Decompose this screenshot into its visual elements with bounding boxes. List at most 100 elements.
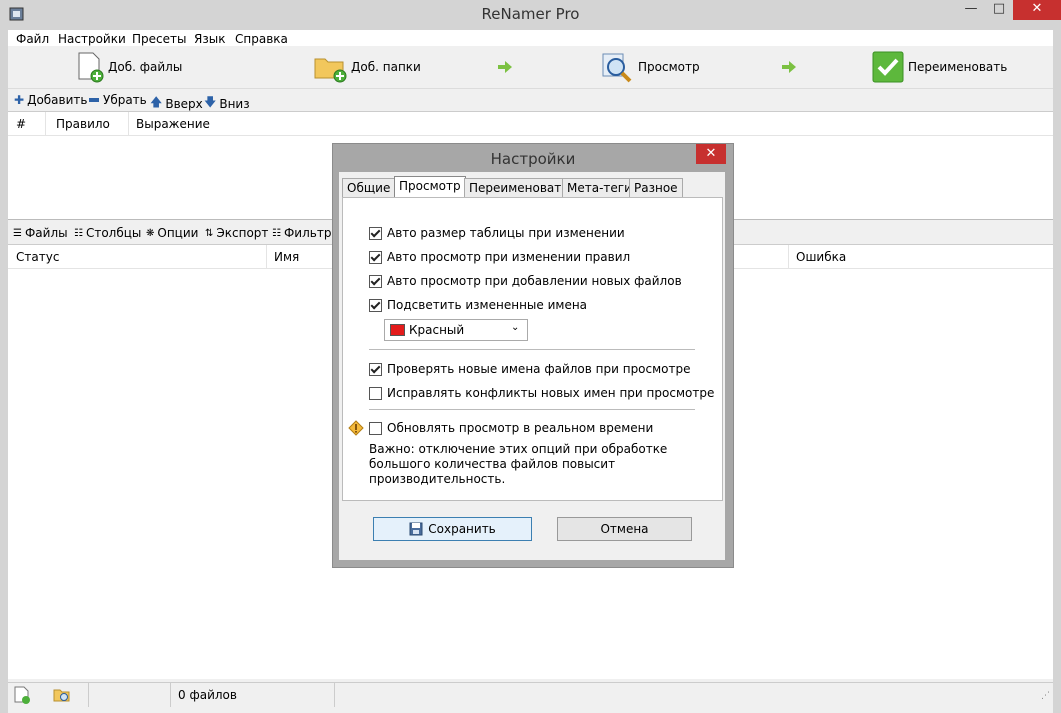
tab-general[interactable]: Общие [342, 178, 396, 197]
status-bar: 0 файлов ⋰ [8, 682, 1053, 707]
columns-menu-label: Столбцы [85, 226, 142, 240]
dialog-body: Общие Просмотр Переименовать Мета-теги Р… [339, 172, 725, 560]
maximize-button[interactable]: □ [985, 0, 1013, 20]
add-file-icon[interactable] [13, 686, 31, 704]
list-icon: ☰ [13, 227, 22, 239]
window-frame-right [1053, 30, 1061, 713]
tab-preview[interactable]: Просмотр [394, 176, 466, 198]
highlight-color-select[interactable]: Красный ⌄ [384, 319, 528, 341]
column-header-error[interactable]: Ошибка [796, 250, 846, 264]
column-divider [128, 112, 129, 135]
checkbox[interactable] [369, 421, 382, 435]
tab-panel-preview: Авто размер таблицы при изменении Авто п… [342, 197, 723, 501]
option-realtime-preview[interactable]: Обновлять просмотр в реальном времени [369, 421, 653, 435]
arrow-right-icon [782, 61, 796, 73]
option-highlight-changed[interactable]: Подсветить измененные имена [369, 298, 587, 312]
column-header-name[interactable]: Имя [274, 250, 299, 264]
menu-presets[interactable]: Пресеты [132, 32, 186, 46]
preview-button[interactable]: Просмотр [600, 50, 700, 84]
option-fix-conflicts[interactable]: Исправлять конфликты новых имен при прос… [369, 386, 714, 400]
export-icon: ⇅ [205, 227, 214, 239]
option-label: Обновлять просмотр в реальном времени [387, 421, 654, 435]
tab-misc[interactable]: Разное [629, 178, 683, 197]
rename-label: Переименовать [908, 60, 1008, 74]
columns-icon: ☷ [74, 227, 83, 239]
preview-icon [602, 53, 632, 83]
column-divider [266, 245, 267, 268]
option-auto-size-table[interactable]: Авто размер таблицы при изменении [369, 226, 625, 240]
filters-menu-button[interactable]: ☷ Фильтры [272, 226, 341, 240]
column-header-status[interactable]: Статус [16, 250, 59, 264]
cancel-button[interactable]: Отмена [557, 517, 692, 541]
option-label: Авто просмотр при изменении правил [387, 250, 631, 264]
add-folders-button[interactable]: Доб. папки [313, 50, 421, 84]
minimize-button[interactable]: — [957, 0, 985, 20]
rename-button[interactable]: Переименовать [872, 50, 1007, 84]
save-button[interactable]: Сохранить [373, 517, 532, 541]
column-header-number[interactable]: # [16, 117, 26, 131]
tab-rename[interactable]: Переименовать [464, 178, 574, 197]
title-bar: ReNamer Pro — □ ✕ [0, 0, 1061, 30]
menu-language[interactable]: Язык [194, 32, 225, 46]
export-menu-button[interactable]: ⇅ Экспорт [205, 226, 268, 240]
floppy-disk-icon [409, 522, 423, 536]
add-files-label: Доб. файлы [108, 60, 183, 74]
add-folders-label: Доб. папки [351, 60, 421, 74]
column-divider [788, 245, 789, 268]
columns-menu-button[interactable]: ☷ Столбцы [74, 226, 141, 240]
checkbox[interactable] [369, 274, 382, 288]
menu-settings[interactable]: Настройки [58, 32, 126, 46]
option-label: Подсветить измененные имена [387, 298, 588, 312]
menu-help[interactable]: Справка [235, 32, 288, 46]
divider [369, 409, 695, 410]
close-button[interactable]: ✕ [1013, 0, 1061, 20]
filter-icon: ☷ [272, 227, 281, 239]
rules-toolbar: ✚ Добавить Убрать 🡅 Вверх 🡇 Вниз [8, 89, 1053, 111]
header-divider [8, 135, 1053, 136]
options-menu-button[interactable]: ❋ Опции [146, 226, 198, 240]
preview-label: Просмотр [638, 60, 700, 74]
check-icon [872, 51, 904, 83]
checkbox[interactable] [369, 362, 382, 376]
option-check-new-names[interactable]: Проверять новые имена файлов при просмот… [369, 362, 691, 376]
arrow-right-icon [498, 61, 512, 73]
remove-rule-button[interactable]: Убрать [89, 93, 147, 107]
checkbox[interactable] [369, 226, 382, 240]
settings-dialog: Настройки ✕ Общие Просмотр Переименовать… [332, 143, 734, 568]
status-separator [170, 683, 171, 707]
add-rule-label: Добавить [27, 93, 88, 107]
option-label: Исправлять конфликты новых имен при прос… [387, 386, 715, 400]
menu-file[interactable]: Файл [16, 32, 49, 46]
status-separator [334, 683, 335, 707]
checkbox[interactable] [369, 298, 382, 312]
divider [369, 349, 695, 350]
option-label: Проверять новые имена файлов при просмот… [387, 362, 691, 376]
option-label: Авто просмотр при добавлении новых файло… [387, 274, 682, 288]
performance-note: Важно: отключение этих опций при обработ… [369, 442, 668, 486]
move-down-label: Вниз [219, 96, 250, 111]
option-auto-preview-files[interactable]: Авто просмотр при добавлении новых файло… [369, 274, 682, 288]
file-count: 0 файлов [178, 688, 237, 702]
add-rule-button[interactable]: ✚ Добавить [14, 93, 87, 107]
checkbox[interactable] [369, 386, 382, 400]
chevron-down-icon: ⌄ [511, 322, 520, 333]
cancel-label: Отмена [600, 522, 649, 536]
save-label: Сохранить [428, 522, 496, 536]
status-separator [88, 683, 89, 707]
window-frame-left [0, 30, 8, 713]
column-header-rule[interactable]: Правило [56, 117, 110, 131]
files-menu-button[interactable]: ☰ Файлы [13, 226, 68, 240]
dialog-title: Настройки [490, 150, 576, 168]
tab-meta-tags[interactable]: Мета-теги [562, 178, 637, 197]
color-select-value: Красный [409, 323, 465, 337]
add-folder-icon[interactable] [53, 686, 71, 704]
options-icon: ❋ [146, 227, 155, 239]
checkbox[interactable] [369, 250, 382, 264]
dialog-close-button[interactable]: ✕ [696, 144, 726, 164]
column-header-expression[interactable]: Выражение [136, 117, 210, 131]
add-files-button[interactable]: Доб. файлы [76, 50, 182, 84]
resize-grip-icon[interactable]: ⋰ [1041, 691, 1050, 701]
option-auto-preview-rules[interactable]: Авто просмотр при изменении правил [369, 250, 630, 264]
option-label: Авто размер таблицы при изменении [387, 226, 625, 240]
options-menu-label: Опции [157, 226, 199, 240]
